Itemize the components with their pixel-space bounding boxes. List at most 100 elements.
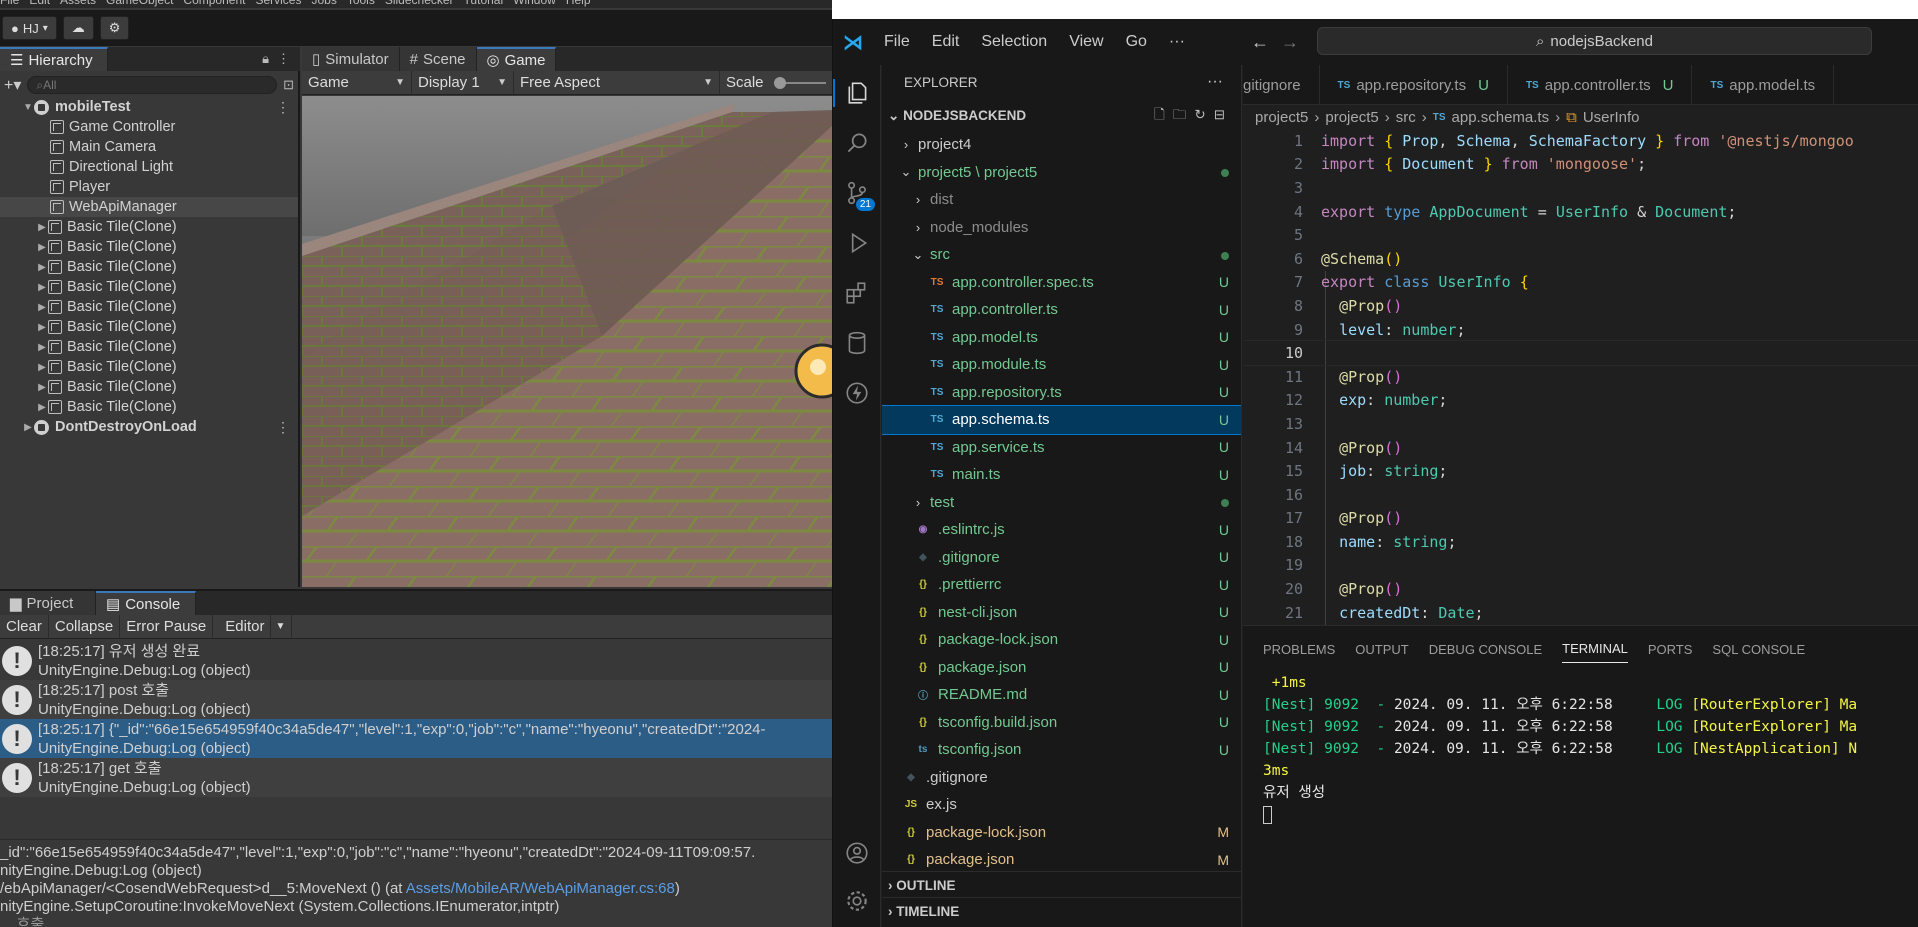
settings-button[interactable]: ⚙ xyxy=(99,16,130,40)
panel-tab-sql-console[interactable]: SQL CONSOLE xyxy=(1712,636,1805,663)
kebab-icon[interactable]: ⋮ xyxy=(276,99,290,116)
chevron-down-icon[interactable]: ▼ xyxy=(22,102,34,113)
kebab-icon[interactable]: ⋮ xyxy=(276,419,290,436)
menu-item-slidechecker[interactable]: Slidechecker xyxy=(385,0,454,7)
chevron-right-icon[interactable]: ▶ xyxy=(36,362,48,373)
chevron-right-icon[interactable]: ▶ xyxy=(36,222,48,233)
hierarchy-item[interactable]: ▶ Basic Tile(Clone) xyxy=(0,317,298,337)
tab-project[interactable]: ▆ Project xyxy=(0,591,96,615)
lightning-icon[interactable] xyxy=(843,379,871,407)
account-dropdown[interactable]: ● HJ ▾ xyxy=(2,16,57,40)
file-item[interactable]: {} nest-cli.json U xyxy=(882,599,1241,627)
panel-tab-ports[interactable]: PORTS xyxy=(1648,636,1693,663)
cloud-button[interactable]: ☁ xyxy=(62,16,94,40)
hierarchy-item[interactable]: ▶ Basic Tile(Clone) xyxy=(0,237,298,257)
account-icon[interactable] xyxy=(843,839,871,867)
back-arrow-icon[interactable]: ← xyxy=(1251,32,1269,53)
file-item[interactable]: ⓘ README.md U xyxy=(882,681,1241,709)
editor-tab[interactable]: TS app.controller.ts U xyxy=(1508,65,1693,104)
hierarchy-item[interactable]: ▶ Basic Tile(Clone) xyxy=(0,217,298,237)
forward-arrow-icon[interactable]: → xyxy=(1281,32,1299,53)
menu-item-component[interactable]: Component xyxy=(183,0,245,7)
file-item[interactable]: {} tsconfig.build.json U xyxy=(882,709,1241,737)
menu-item-services[interactable]: Services xyxy=(255,0,301,7)
chevron-right-icon[interactable]: ▶ xyxy=(22,422,34,433)
hierarchy-item[interactable]: WebApiManager xyxy=(0,197,298,217)
file-item[interactable]: TS app.controller.ts U xyxy=(882,296,1241,324)
chevron-right-icon[interactable]: ▶ xyxy=(36,382,48,393)
menu-item-help[interactable]: Help xyxy=(566,0,591,7)
file-item[interactable]: TS main.ts U xyxy=(882,461,1241,489)
chevron-right-icon[interactable]: ▶ xyxy=(36,242,48,253)
breadcrumb-item[interactable]: src xyxy=(1396,109,1416,126)
terminal[interactable]: +1ms [Nest] 9092 - 2024. 09. 11. 오후 6:22:… xyxy=(1243,672,1918,826)
menu-item-window[interactable]: Window xyxy=(513,0,556,7)
hierarchy-item[interactable]: Main Camera xyxy=(0,137,298,157)
breadcrumb-item[interactable]: project5 xyxy=(1255,109,1308,126)
hierarchy-item[interactable]: ▶ Basic Tile(Clone) xyxy=(0,397,298,417)
code-view[interactable]: 1 import { Prop, Schema, SchemaFactory } … xyxy=(1243,129,1918,625)
file-item[interactable]: TS app.model.ts U xyxy=(882,324,1241,352)
file-item[interactable]: ◉ .eslintrc.js U xyxy=(882,516,1241,544)
file-item[interactable]: TS app.repository.ts U xyxy=(882,379,1241,407)
breadcrumb-item[interactable]: UserInfo xyxy=(1583,109,1640,126)
file-item[interactable]: ◆ .gitignore U xyxy=(882,544,1241,572)
source-link[interactable]: Assets/MobileAR/WebApiManager.cs:68 xyxy=(406,880,675,897)
menu-go[interactable]: Go xyxy=(1126,33,1147,50)
panel-tab-problems[interactable]: PROBLEMS xyxy=(1263,636,1335,663)
add-icon[interactable]: +▾ xyxy=(4,75,21,95)
menu-item-tools[interactable]: Tools xyxy=(347,0,375,7)
hierarchy-item[interactable]: ▶ Basic Tile(Clone) xyxy=(0,357,298,377)
file-item[interactable]: {} package-lock.json M xyxy=(882,819,1241,847)
error-pause-button[interactable]: Error Pause xyxy=(120,614,214,639)
tab-scene[interactable]: # Scene xyxy=(399,47,477,71)
game-viewport[interactable] xyxy=(302,96,832,587)
file-item[interactable]: TS app.controller.spec.ts U xyxy=(882,269,1241,297)
scale-control[interactable]: Scale xyxy=(720,71,832,95)
chevron-right-icon[interactable]: ▶ xyxy=(36,302,48,313)
menu-file[interactable]: File xyxy=(884,33,910,50)
game-mode-dropdown[interactable]: Game ▼ xyxy=(302,70,412,95)
editor-dropdown[interactable]: Editor ▼ xyxy=(213,614,293,639)
editor-tab[interactable]: gitignore xyxy=(1243,65,1320,104)
hierarchy-item[interactable]: Directional Light xyxy=(0,157,298,177)
breadcrumb-item[interactable]: app.schema.ts xyxy=(1452,109,1550,126)
search-icon[interactable] xyxy=(843,129,871,157)
kebab-icon[interactable]: ⋮ xyxy=(277,51,290,67)
display-dropdown[interactable]: Display 1 ▼ xyxy=(412,70,514,95)
editor-tab[interactable]: TS app.repository.ts U xyxy=(1320,65,1508,104)
extensions-icon[interactable] xyxy=(843,279,871,307)
console-log-entry[interactable]: ! [18:25:17] post 호출 UnityEngine.Debug:Log… xyxy=(0,680,832,719)
file-item[interactable]: TS app.schema.ts U xyxy=(882,405,1241,435)
console-log-entry[interactable]: ! [18:25:17] get 호출 UnityEngine.Debug:Log … xyxy=(0,758,832,797)
menu-item-tutorial[interactable]: Tutorial xyxy=(464,0,504,7)
folder-item[interactable]: › dist xyxy=(882,186,1241,214)
gear-icon[interactable] xyxy=(843,887,871,915)
aspect-dropdown[interactable]: Free Aspect ▼ xyxy=(514,70,720,95)
panel-tab-debug-console[interactable]: DEBUG CONSOLE xyxy=(1429,636,1542,663)
scale-slider[interactable] xyxy=(773,76,826,89)
source-control-icon[interactable]: 21 xyxy=(843,179,875,211)
run-debug-icon[interactable] xyxy=(843,229,871,257)
database-icon[interactable] xyxy=(843,329,871,357)
chevron-right-icon[interactable]: ▶ xyxy=(36,342,48,353)
chevron-right-icon[interactable]: ▶ xyxy=(36,282,48,293)
file-item[interactable]: ts tsconfig.json U xyxy=(882,736,1241,764)
panel-tab-output[interactable]: OUTPUT xyxy=(1355,636,1408,663)
file-item[interactable]: JS ex.js xyxy=(882,791,1241,819)
outline-section[interactable]: › OUTLINE xyxy=(882,871,1241,898)
tab-game[interactable]: ◎ Game xyxy=(476,47,557,71)
folder-item[interactable]: ⌄ src xyxy=(882,241,1241,269)
console-log-entry[interactable]: ! [18:25:17] 유저 생성 완료 UnityEngine.Debug:Lo… xyxy=(0,641,832,680)
hierarchy-item[interactable]: ▶ DontDestroyOnLoad ⋮ xyxy=(0,417,298,437)
folder-item[interactable]: › node_modules xyxy=(882,214,1241,242)
hierarchy-search-input[interactable]: ⌕ All xyxy=(27,76,278,94)
more-actions-icon[interactable]: ··· xyxy=(1207,73,1223,91)
file-item[interactable]: {} .prettierrc U xyxy=(882,571,1241,599)
file-item[interactable]: {} package-lock.json U xyxy=(882,626,1241,654)
file-item[interactable]: TS app.service.ts U xyxy=(882,434,1241,462)
new-folder-icon[interactable]: 🗀︎ xyxy=(1173,107,1195,122)
file-item[interactable]: {} package.json U xyxy=(882,654,1241,682)
explorer-icon[interactable] xyxy=(833,79,881,107)
tab-console[interactable]: ▤ Console xyxy=(96,591,196,615)
